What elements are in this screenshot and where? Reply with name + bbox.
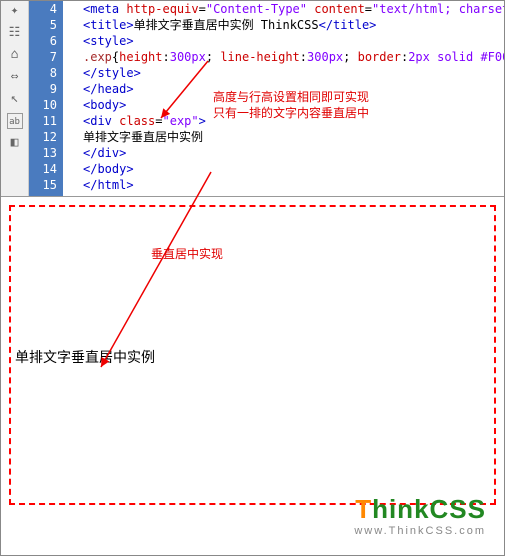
preview-pane: 单排文字垂直居中实例 垂直居中实现 ThinkCSS www.ThinkCSS.…	[1, 197, 504, 555]
tag-icon[interactable]: ⌂	[7, 47, 23, 63]
preview-text: 单排文字垂直居中实例	[15, 349, 155, 365]
annotation-1: 高度与行高设置相同即可实现	[213, 89, 369, 105]
line-gutter: 4 5 6 7 8 9 10 11 12 13 14 15	[29, 1, 63, 196]
line-num: 15	[29, 177, 57, 193]
pointer-icon[interactable]: ↖	[7, 91, 23, 107]
line-num: 10	[29, 97, 57, 113]
editor-toolbar: ✦ ☷ ⌂ ⇔ ↖ ab ◧	[1, 1, 29, 196]
wand-icon[interactable]: ✦	[7, 3, 23, 19]
ab-icon[interactable]: ab	[7, 113, 23, 129]
line-num: 8	[29, 65, 57, 81]
line-num: 6	[29, 33, 57, 49]
html-icon[interactable]: ◧	[7, 135, 23, 151]
line-num: 14	[29, 161, 57, 177]
expand-icon[interactable]: ⇔	[7, 69, 23, 85]
exp-box: 单排文字垂直居中实例 垂直居中实现	[9, 205, 496, 505]
line-num: 9	[29, 81, 57, 97]
editor-pane: ✦ ☷ ⌂ ⇔ ↖ ab ◧ 4 5 6 7 8 9 10 11 12 13 1…	[1, 1, 504, 197]
annotation-3: 垂直居中实现	[151, 247, 223, 261]
tool-icon[interactable]: ☷	[7, 25, 23, 41]
line-num: 7	[29, 49, 57, 65]
code-area[interactable]: <meta http-equiv="Content-Type" content=…	[63, 1, 504, 196]
annotation-2: 只有一排的文字内容垂直居中	[213, 105, 369, 121]
line-num: 5	[29, 17, 57, 33]
line-num: 11	[29, 113, 57, 129]
logo: ThinkCSS www.ThinkCSS.com	[354, 494, 486, 537]
arrow-2	[91, 167, 231, 377]
line-num: 12	[29, 129, 57, 145]
line-num: 4	[29, 1, 57, 17]
line-num: 13	[29, 145, 57, 161]
